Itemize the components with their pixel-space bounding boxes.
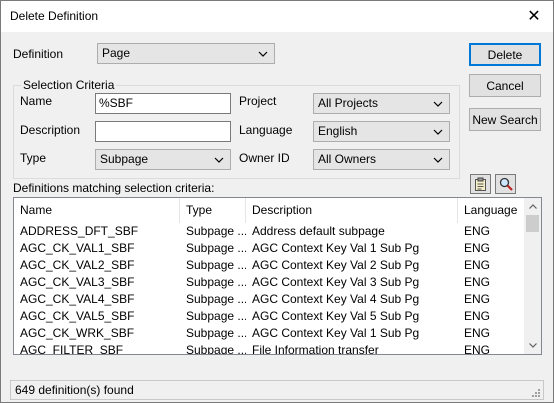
row-name: AGC_FILTER_SBF xyxy=(20,343,124,355)
column-header-name[interactable]: Name xyxy=(14,198,180,223)
row-name: AGC_CK_VAL4_SBF xyxy=(20,292,135,306)
row-name: AGC_CK_VAL5_SBF xyxy=(20,309,135,323)
definitions-list[interactable]: Name Type Description Language ADDRESS_D… xyxy=(13,197,542,355)
language-select-value: English xyxy=(318,124,358,138)
list-item[interactable]: AGC_FILTER_SBF Subpage ... File Informat… xyxy=(14,342,524,355)
project-select-value: All Projects xyxy=(318,96,379,110)
definition-label: Definition xyxy=(13,47,64,61)
results-label: Definitions matching selection criteria: xyxy=(13,181,215,195)
row-type: Subpage ... xyxy=(186,309,246,323)
row-language: ENG xyxy=(464,258,491,272)
row-type: Subpage ... xyxy=(186,224,246,238)
row-language: ENG xyxy=(464,309,491,323)
definition-select[interactable]: Page xyxy=(97,43,275,64)
row-name: AGC_CK_VAL2_SBF xyxy=(20,258,135,272)
definition-select-value: Page xyxy=(102,46,131,60)
row-language: ENG xyxy=(464,241,491,255)
row-description: AGC Context Key Val 1 Sub Pg xyxy=(252,241,420,255)
owner-id-select-value: All Owners xyxy=(318,152,377,166)
cancel-button[interactable]: Cancel xyxy=(469,74,541,97)
row-type: Subpage ... xyxy=(186,326,246,340)
list-item[interactable]: AGC_CK_VAL1_SBF Subpage ... AGC Context … xyxy=(14,240,524,257)
list-item[interactable]: AGC_CK_VAL3_SBF Subpage ... AGC Context … xyxy=(14,274,524,291)
row-description: AGC Context Key Val 5 Sub Pg xyxy=(252,309,420,323)
close-icon[interactable]: ✕ xyxy=(523,5,545,27)
row-description: AGC Context Key Val 4 Sub Pg xyxy=(252,292,420,306)
scrollbar-thumb[interactable] xyxy=(526,215,539,232)
row-description: File Information transfer xyxy=(252,343,379,355)
row-type: Subpage ... xyxy=(186,292,246,306)
row-name: ADDRESS_DFT_SBF xyxy=(20,224,139,238)
description-label: Description xyxy=(20,123,81,137)
delete-definition-dialog: Delete Definition ✕ Definition Page Dele… xyxy=(0,0,554,403)
clipboard-icon[interactable] xyxy=(470,174,491,194)
language-select[interactable]: English xyxy=(313,121,450,142)
row-language: ENG xyxy=(464,292,491,306)
row-type: Subpage ... xyxy=(186,258,246,272)
language-label: Language xyxy=(239,123,293,137)
description-input[interactable] xyxy=(95,121,231,142)
row-language: ENG xyxy=(464,275,491,289)
scroll-down-icon[interactable] xyxy=(524,337,541,354)
chevron-down-icon xyxy=(431,150,445,169)
list-item[interactable]: AGC_CK_WRK_SBF Subpage ... AGC Context K… xyxy=(14,325,524,342)
list-header: Name Type Description Language xyxy=(14,198,524,223)
chevron-down-icon xyxy=(212,150,226,169)
selection-criteria-title: Selection Criteria xyxy=(21,78,117,92)
column-header-type[interactable]: Type xyxy=(180,198,246,223)
row-description: AGC Context Key Val 3 Sub Pg xyxy=(252,275,420,289)
row-language: ENG xyxy=(464,224,491,238)
name-input[interactable]: %SBF xyxy=(95,93,231,114)
project-select[interactable]: All Projects xyxy=(313,93,450,114)
magnifier-icon[interactable] xyxy=(495,174,516,194)
vertical-scrollbar[interactable] xyxy=(524,198,541,354)
row-description: AGC Context Key Val 2 Sub Pg xyxy=(252,258,420,272)
list-item[interactable]: AGC_CK_VAL2_SBF Subpage ... AGC Context … xyxy=(14,257,524,274)
chevron-down-icon xyxy=(256,44,270,63)
status-bar: 649 definition(s) found xyxy=(10,380,544,400)
status-text: 649 definition(s) found xyxy=(15,383,134,397)
list-item[interactable]: AGC_CK_VAL5_SBF Subpage ... AGC Context … xyxy=(14,308,524,325)
chevron-down-icon xyxy=(431,94,445,113)
name-label: Name xyxy=(20,94,53,108)
row-description: AGC Context Key Val 1 Sub Pg xyxy=(252,326,420,340)
chevron-down-icon xyxy=(431,122,445,141)
row-name: AGC_CK_VAL1_SBF xyxy=(20,241,135,255)
project-label: Project xyxy=(239,94,277,108)
column-header-language[interactable]: Language xyxy=(458,198,524,223)
row-name: AGC_CK_WRK_SBF xyxy=(20,326,135,340)
list-item[interactable]: ADDRESS_DFT_SBF Subpage ... Address defa… xyxy=(14,223,524,240)
owner-id-label: Owner ID xyxy=(239,151,290,165)
window-title: Delete Definition xyxy=(10,9,99,23)
new-search-button[interactable]: New Search xyxy=(469,108,541,131)
title-bar: Delete Definition ✕ xyxy=(1,1,553,32)
column-header-description[interactable]: Description xyxy=(246,198,458,223)
row-language: ENG xyxy=(464,326,491,340)
row-type: Subpage ... xyxy=(186,241,246,255)
scroll-up-icon[interactable] xyxy=(524,198,541,215)
row-type: Subpage ... xyxy=(186,275,246,289)
row-description: Address default subpage xyxy=(252,224,385,238)
owner-id-select[interactable]: All Owners xyxy=(313,149,450,170)
row-type: Subpage ... xyxy=(186,343,246,355)
list-item[interactable]: AGC_CK_VAL4_SBF Subpage ... AGC Context … xyxy=(14,291,524,308)
row-language: ENG xyxy=(464,343,491,355)
resize-grip-icon[interactable] xyxy=(530,387,541,398)
row-name: AGC_CK_VAL3_SBF xyxy=(20,275,135,289)
type-label: Type xyxy=(20,151,47,165)
type-select-value: Subpage xyxy=(100,152,149,166)
delete-button[interactable]: Delete xyxy=(469,43,541,66)
type-select[interactable]: Subpage xyxy=(95,149,231,170)
